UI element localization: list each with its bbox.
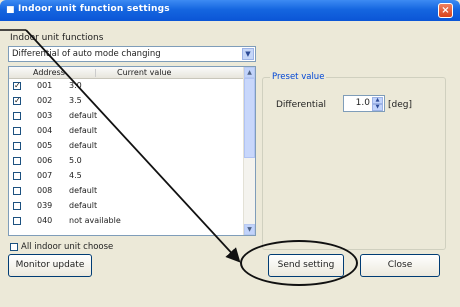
window-close-button[interactable]: ×: [438, 3, 453, 18]
row-current-value: default: [69, 186, 98, 195]
scroll-down-icon[interactable]: ▼: [244, 224, 255, 235]
row-current-value: default: [69, 141, 98, 150]
table-row[interactable]: ✓ 001 3.0: [9, 80, 245, 93]
differential-label: Differential: [276, 100, 326, 110]
differential-unit: [deg]: [388, 100, 412, 110]
chevron-down-icon[interactable]: ▼: [242, 48, 254, 60]
functions-label: Indoor unit functions: [10, 33, 104, 43]
row-checkbox[interactable]: ✓: [13, 97, 21, 105]
column-header-address[interactable]: Address: [33, 68, 65, 77]
row-checkbox[interactable]: [13, 112, 21, 120]
table-row[interactable]: 004 default: [9, 125, 245, 138]
table-row[interactable]: 008 default: [9, 185, 245, 198]
row-checkbox[interactable]: [13, 157, 21, 165]
scroll-up-icon[interactable]: ▲: [244, 67, 255, 78]
table-row[interactable]: 039 default: [9, 200, 245, 213]
table-row[interactable]: 040 not available: [9, 215, 245, 228]
row-address: 039: [37, 201, 53, 210]
table-row[interactable]: 007 4.5: [9, 170, 245, 183]
indoor-unit-list[interactable]: Address Current value ✓ 001 3.0 ✓ 002 3.5 003 d…: [8, 66, 256, 236]
window-title: Indoor unit function settings: [18, 4, 170, 14]
table-row[interactable]: 005 default: [9, 140, 245, 153]
list-scrollbar[interactable]: ▲ ▼: [243, 67, 255, 235]
highlight-ellipse: [240, 240, 358, 286]
functions-dropdown[interactable]: Differential of auto mode changing ▼: [8, 46, 256, 62]
all-choose-label: All indoor unit choose: [21, 242, 114, 252]
close-button[interactable]: Close: [360, 254, 440, 277]
list-header: Address Current value: [9, 67, 245, 79]
all-choose-checkbox[interactable]: [10, 243, 18, 251]
row-checkbox[interactable]: [13, 187, 21, 195]
row-current-value: not available: [69, 216, 121, 225]
row-checkbox[interactable]: ✓: [13, 82, 21, 90]
row-current-value: default: [69, 126, 98, 135]
row-address: 006: [37, 156, 53, 165]
row-address: 004: [37, 126, 53, 135]
row-current-value: default: [69, 111, 98, 120]
row-current-value: default: [69, 201, 98, 210]
row-checkbox[interactable]: [13, 217, 21, 225]
row-address: 040: [37, 216, 53, 225]
column-divider: [95, 69, 96, 77]
row-address: 003: [37, 111, 53, 120]
row-current-value: 3.0: [69, 81, 82, 90]
column-header-current-value[interactable]: Current value: [117, 68, 171, 77]
row-checkbox[interactable]: [13, 127, 21, 135]
row-address: 002: [37, 96, 53, 105]
scroll-thumb[interactable]: [244, 78, 255, 158]
title-bar[interactable]: ■ Indoor unit function settings ×: [0, 0, 460, 21]
functions-selected: Differential of auto mode changing: [12, 49, 161, 59]
differential-value[interactable]: 1.0: [356, 98, 370, 108]
row-current-value: 5.0: [69, 156, 82, 165]
table-row[interactable]: 006 5.0: [9, 155, 245, 168]
table-row[interactable]: 003 default: [9, 110, 245, 123]
row-checkbox[interactable]: [13, 142, 21, 150]
row-address: 008: [37, 186, 53, 195]
row-address: 007: [37, 171, 53, 180]
row-address: 005: [37, 141, 53, 150]
app-icon: ■: [6, 5, 15, 15]
table-row[interactable]: ✓ 002 3.5: [9, 95, 245, 108]
row-current-value: 3.5: [69, 96, 82, 105]
differential-spinner[interactable]: 1.0 ▲ ▼: [343, 95, 385, 112]
spin-up-icon[interactable]: ▲: [372, 97, 383, 104]
row-address: 001: [37, 81, 53, 90]
monitor-update-button[interactable]: Monitor update: [8, 254, 92, 277]
spin-down-icon[interactable]: ▼: [372, 104, 383, 111]
row-checkbox[interactable]: [13, 202, 21, 210]
row-current-value: 4.5: [69, 171, 82, 180]
settings-window: ■ Indoor unit function settings × Indoor…: [0, 0, 460, 307]
row-checkbox[interactable]: [13, 172, 21, 180]
preset-value-label: Preset value: [270, 72, 327, 82]
